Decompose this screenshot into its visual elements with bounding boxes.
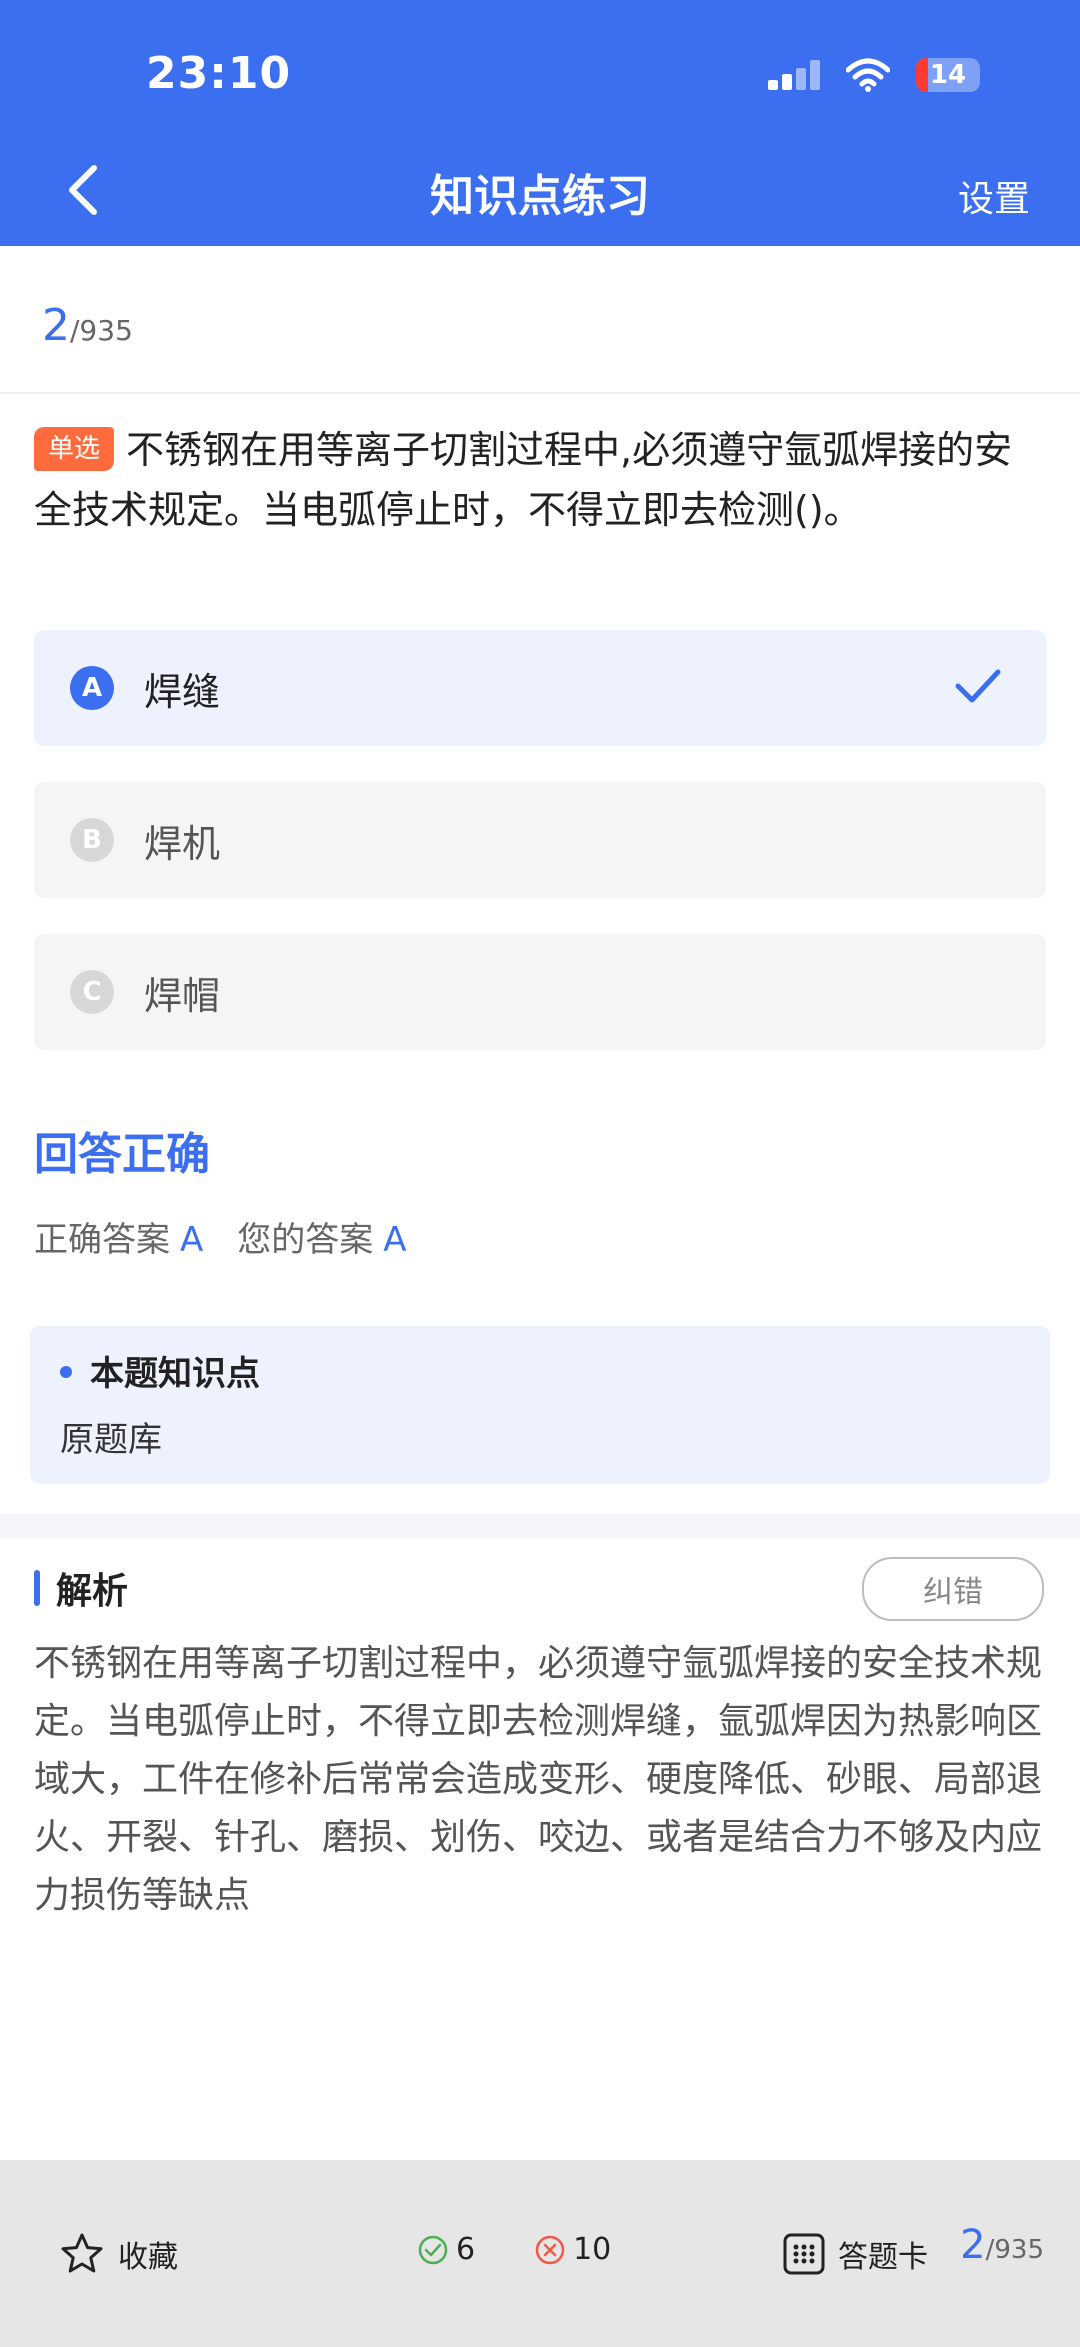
wrong-count: 10 xyxy=(535,2232,611,2267)
analysis-title: 解析 xyxy=(56,1571,129,1612)
answer-summary: 正确答案 A 您的答案 A xyxy=(34,1212,441,1261)
app-header: 23:10 14 知识点练习 设置 xyxy=(0,0,1080,246)
option-letter-badge: B xyxy=(70,818,114,862)
your-answer-label: 您的答案 xyxy=(237,1220,374,1260)
section-accent-bar xyxy=(34,1570,40,1606)
answer-card-label: 答题卡 xyxy=(838,2240,928,2275)
correct-answer-value: A xyxy=(180,1220,204,1260)
grid-icon xyxy=(783,2233,825,2275)
answer-card-button[interactable]: 答题卡 xyxy=(782,2232,928,2276)
question-type-tag: 单选 xyxy=(34,426,115,471)
option-b[interactable]: B 焊机 xyxy=(34,782,1046,898)
knowledge-point-text: 原题库 xyxy=(60,1420,162,1460)
favorite-button[interactable]: 收藏 xyxy=(60,2232,178,2276)
option-label: 焊帽 xyxy=(144,973,221,1018)
check-icon xyxy=(955,669,1001,703)
option-a[interactable]: A 焊缝 xyxy=(34,630,1046,746)
divider xyxy=(0,392,1080,394)
correct-count: 6 xyxy=(418,2232,475,2267)
progress-total: /935 xyxy=(70,314,133,347)
favorite-label: 收藏 xyxy=(118,2240,178,2275)
option-letter-badge: A xyxy=(70,666,114,710)
bottom-toolbar: 收藏 6 10 答题卡 2/935 xyxy=(0,2160,1080,2347)
page-title: 知识点练习 xyxy=(430,171,650,222)
correct-answer-label: 正确答案 xyxy=(34,1220,170,1260)
question-progress: 2/935 xyxy=(42,300,133,351)
correct-circle-icon xyxy=(418,2235,448,2264)
knowledge-point-title: 本题知识点 xyxy=(60,1346,260,1395)
wifi-icon xyxy=(846,58,890,92)
battery-icon: 14 xyxy=(916,58,980,92)
battery-level: 14 xyxy=(929,60,967,90)
analysis-text: 不锈钢在用等离子切割过程中，必须遵守氩弧焊接的安全技术规定。当电弧停止时，不得立… xyxy=(34,1643,1043,1916)
option-label: 焊机 xyxy=(144,821,221,866)
settings-button[interactable]: 设置 xyxy=(958,170,1030,222)
answer-counts: 6 10 xyxy=(418,2232,655,2267)
your-answer-value: A xyxy=(383,1220,407,1260)
option-letter-badge: C xyxy=(70,970,114,1014)
bullet-dot-icon xyxy=(60,1365,72,1378)
bottom-progress: 2/935 xyxy=(960,2222,1044,2268)
option-label: 焊缝 xyxy=(144,669,221,714)
status-icons: 14 xyxy=(768,58,980,92)
star-icon xyxy=(61,2233,103,2273)
wrong-circle-icon xyxy=(535,2235,565,2264)
question-text-block: 单选 不锈钢在用等离子切割过程中,必须遵守氩弧焊接的安全技术规定。当电弧停止时，不… xyxy=(34,420,1046,540)
progress-current: 2 xyxy=(42,300,70,351)
cellular-signal-icon xyxy=(768,60,820,90)
result-title: 回答正确 xyxy=(34,1129,210,1180)
option-c[interactable]: C 焊帽 xyxy=(34,934,1046,1050)
knowledge-point-box: 本题知识点 原题库 xyxy=(30,1326,1050,1484)
question-text: 不锈钢在用等离子切割过程中,必须遵守氩弧焊接的安全技术规定。当电弧停止时，不得立… xyxy=(34,428,1013,532)
section-divider xyxy=(0,1514,1080,1538)
status-time: 23:10 xyxy=(146,48,292,99)
report-error-button[interactable]: 纠错 xyxy=(862,1557,1044,1621)
